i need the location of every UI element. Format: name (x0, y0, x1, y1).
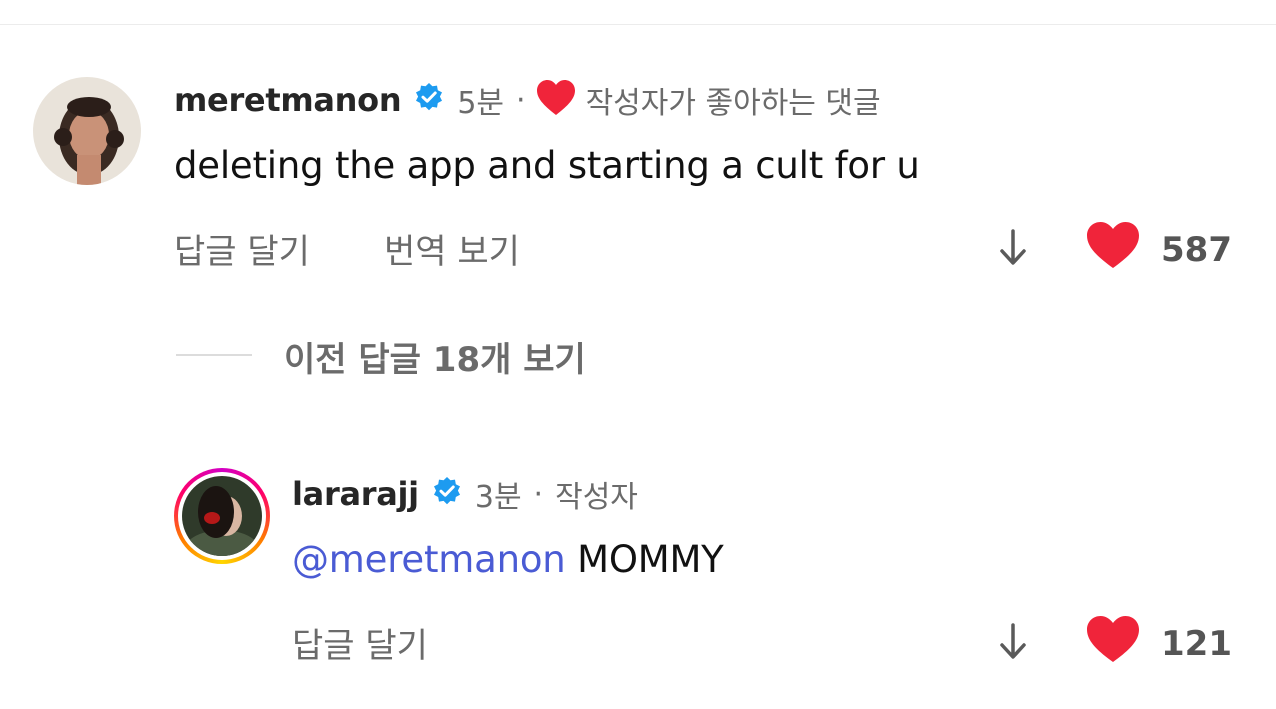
avatar-story-ring[interactable] (174, 468, 270, 564)
meta-separator: · (533, 476, 544, 512)
reply-text: @meretmanon MOMMY (292, 538, 724, 581)
like-control: 121 (1085, 614, 1232, 673)
reply-timestamp: 3분 (474, 480, 522, 515)
verified-badge-icon (431, 476, 463, 512)
reply-body: MOMMY (565, 538, 724, 581)
author-label: 작성자 (555, 480, 638, 515)
meta-separator: · (516, 82, 526, 118)
avatar-image (182, 476, 262, 556)
heart-icon[interactable] (1085, 220, 1141, 279)
comment-text: deleting the app and starting a cult for… (174, 144, 920, 187)
creator-liked-label: 작성자가 좋아하는 댓글 (585, 86, 881, 121)
view-previous-replies-button[interactable]: 이전 답글 18개 보기 (284, 332, 586, 381)
avatar-inner (178, 472, 266, 560)
creator-liked-heart-icon (536, 79, 576, 121)
translate-button[interactable]: 번역 보기 (384, 224, 520, 273)
reply-button[interactable]: 답글 달기 (174, 224, 310, 273)
heart-icon[interactable] (1085, 614, 1141, 673)
like-count: 121 (1161, 623, 1232, 664)
mention-link[interactable]: @meretmanon (292, 538, 566, 581)
thread-line (176, 354, 252, 356)
top-divider (0, 24, 1276, 25)
verified-badge-icon (413, 82, 445, 118)
reply-button[interactable]: 답글 달기 (292, 618, 428, 667)
comment-timestamp: 5분 (457, 86, 505, 121)
arrow-down-icon[interactable] (997, 228, 1029, 272)
comment-header: meretmanon 5분 · 작성자가 좋아하는 댓글 (174, 78, 881, 122)
like-count: 587 (1161, 229, 1232, 270)
avatar[interactable] (33, 77, 141, 185)
reply-username[interactable]: lararajj (292, 475, 419, 513)
reply-header: lararajj 3분 · 작성자 (292, 472, 638, 516)
like-control: 587 (1085, 220, 1232, 279)
comment-username[interactable]: meretmanon (174, 81, 402, 119)
arrow-down-icon[interactable] (997, 622, 1029, 666)
